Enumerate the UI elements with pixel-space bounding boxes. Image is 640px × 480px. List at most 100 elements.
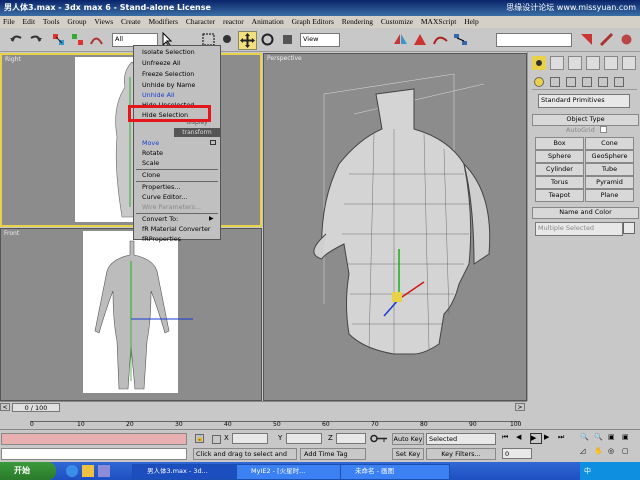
helpers-icon[interactable] xyxy=(598,77,608,87)
menu-curve-editor[interactable]: Curve Editor... xyxy=(135,192,226,202)
menu-properties[interactable]: Properties... xyxy=(135,182,226,192)
geosphere-button[interactable]: GeoSphere xyxy=(585,150,634,163)
menu-tools[interactable]: Tools xyxy=(43,17,60,26)
menu-clone[interactable]: Clone xyxy=(135,170,226,180)
ref-coord-dropdown[interactable]: View xyxy=(300,33,340,47)
cameras-icon[interactable] xyxy=(582,77,592,87)
menu-scale[interactable]: Scale xyxy=(135,158,226,168)
zoom-extents-all-icon[interactable]: ▣ xyxy=(622,433,634,445)
menu-reactor[interactable]: reactor xyxy=(223,17,244,26)
arc-rotate-icon[interactable]: ◎ xyxy=(608,447,620,459)
cone-button[interactable]: Cone xyxy=(585,137,634,150)
display-tab-icon[interactable] xyxy=(604,56,618,70)
maxscript-output[interactable] xyxy=(1,448,187,460)
select-scale-icon[interactable] xyxy=(279,31,296,48)
spacewarps-icon[interactable] xyxy=(614,77,624,87)
track-bar[interactable]: 0 10 20 30 40 50 60 70 80 90 100 xyxy=(0,412,527,429)
schematic-view-icon[interactable] xyxy=(452,31,469,48)
menu-views[interactable]: Views xyxy=(94,17,113,26)
z-coord-field[interactable] xyxy=(336,433,366,444)
go-to-start-icon[interactable]: ⏮ xyxy=(502,433,514,444)
task-3dsmax[interactable]: 男人体3.max - 3d... xyxy=(132,464,242,480)
zoom-all-icon[interactable]: 🔍 xyxy=(594,433,606,445)
go-to-end-icon[interactable]: ⏭ xyxy=(558,433,570,444)
desktop-quicklaunch-icon[interactable] xyxy=(98,465,110,477)
maxscript-listener[interactable] xyxy=(1,433,187,445)
plane-button[interactable]: Plane xyxy=(585,189,634,202)
zoom-icon[interactable]: 🔍 xyxy=(580,433,592,445)
time-prev-icon[interactable]: < xyxy=(0,403,10,411)
time-slider[interactable]: < 0 / 100 > xyxy=(0,401,527,412)
redo-icon[interactable] xyxy=(27,31,44,48)
tube-button[interactable]: Tube xyxy=(585,163,634,176)
menu-fr-material-converter[interactable]: fR Material Converter xyxy=(135,224,226,234)
shapes-icon[interactable] xyxy=(550,77,560,87)
menu-help[interactable]: Help xyxy=(464,17,479,26)
select-rotate-icon[interactable] xyxy=(259,31,276,48)
menu-rendering[interactable]: Rendering xyxy=(342,17,373,26)
hierarchy-tab-icon[interactable] xyxy=(568,56,582,70)
play-icon[interactable]: ▶ xyxy=(530,433,542,444)
box-button[interactable]: Box xyxy=(535,137,584,150)
x-coord-field[interactable] xyxy=(232,433,268,444)
current-frame-field[interactable]: 0 xyxy=(502,448,532,459)
time-slider-thumb[interactable]: 0 / 100 xyxy=(12,403,60,412)
time-next-icon[interactable]: > xyxy=(515,403,525,411)
utilities-tab-icon[interactable] xyxy=(622,56,636,70)
lock-icon[interactable]: 🔒 xyxy=(195,434,204,443)
menu-customize[interactable]: Customize xyxy=(381,17,413,26)
mirror-icon[interactable] xyxy=(392,31,409,48)
named-selection-field[interactable] xyxy=(496,33,572,47)
task-myie2[interactable]: MyIE2 - [火星时... xyxy=(236,464,346,480)
key-set-dropdown[interactable]: Selected xyxy=(426,433,496,445)
menu-maxscript[interactable]: MAXScript xyxy=(421,17,456,26)
modify-tab-icon[interactable] xyxy=(550,56,564,70)
zoom-extents-icon[interactable]: ▣ xyxy=(608,433,620,445)
lights-icon[interactable] xyxy=(566,77,576,87)
pyramid-button[interactable]: Pyramid xyxy=(585,176,634,189)
menu-group[interactable]: Group xyxy=(67,17,86,26)
create-tab-icon[interactable] xyxy=(532,56,546,70)
quick-render-icon[interactable] xyxy=(578,31,595,48)
add-time-tag-button[interactable]: Add Time Tag xyxy=(300,448,366,460)
bind-space-warp-icon[interactable] xyxy=(88,31,105,48)
set-key-button[interactable]: Set Key xyxy=(392,448,424,460)
motion-tab-icon[interactable] xyxy=(586,56,600,70)
sphere-button[interactable]: Sphere xyxy=(535,150,584,163)
menu-file[interactable]: File xyxy=(3,17,15,26)
object-color-swatch[interactable] xyxy=(623,222,635,234)
viewport-perspective[interactable]: Perspective xyxy=(263,53,527,401)
name-color-header[interactable]: Name and Color xyxy=(532,207,639,219)
menu-graph-editors[interactable]: Graph Editors xyxy=(292,17,334,26)
window-crossing-icon[interactable] xyxy=(219,31,236,48)
viewport-front[interactable]: Front xyxy=(0,228,262,401)
task-paint[interactable]: 未命名 - 画图 xyxy=(340,464,450,480)
absolute-mode-icon[interactable] xyxy=(212,435,221,444)
object-name-field[interactable]: Multiple Selected xyxy=(535,222,623,236)
menu-freeze-selection[interactable]: Freeze Selection xyxy=(135,69,226,79)
render-scene-icon[interactable] xyxy=(598,31,615,48)
autogrid-checkbox[interactable] xyxy=(600,126,607,133)
next-frame-icon[interactable]: ▶ xyxy=(544,433,556,444)
auto-key-button[interactable]: Auto Key xyxy=(392,433,424,445)
key-filters-button[interactable]: Key Filters... xyxy=(426,448,496,460)
maximize-viewport-icon[interactable]: ▢ xyxy=(622,447,634,459)
curve-editor-icon[interactable] xyxy=(432,31,449,48)
ime-indicator[interactable]: 中 xyxy=(584,467,591,475)
menu-create[interactable]: Create xyxy=(121,17,141,26)
torus-button[interactable]: Torus xyxy=(535,176,584,189)
menu-rotate[interactable]: Rotate xyxy=(135,148,226,158)
menu-edit[interactable]: Edit xyxy=(23,17,36,26)
menu-animation[interactable]: Animation xyxy=(252,17,284,26)
select-move-icon[interactable] xyxy=(238,31,257,50)
menu-fr-properties[interactable]: fRProperties xyxy=(135,234,226,244)
prev-frame-icon[interactable]: ◀ xyxy=(516,433,528,444)
unlink-icon[interactable] xyxy=(69,31,86,48)
object-type-header[interactable]: Object Type xyxy=(532,114,639,126)
menu-character[interactable]: Character xyxy=(186,17,215,26)
teapot-button[interactable]: Teapot xyxy=(535,189,584,202)
start-button[interactable]: 开始 xyxy=(0,462,56,480)
menu-isolate-selection[interactable]: Isolate Selection xyxy=(135,47,226,57)
select-link-icon[interactable] xyxy=(50,31,67,48)
align-icon[interactable] xyxy=(412,31,429,48)
